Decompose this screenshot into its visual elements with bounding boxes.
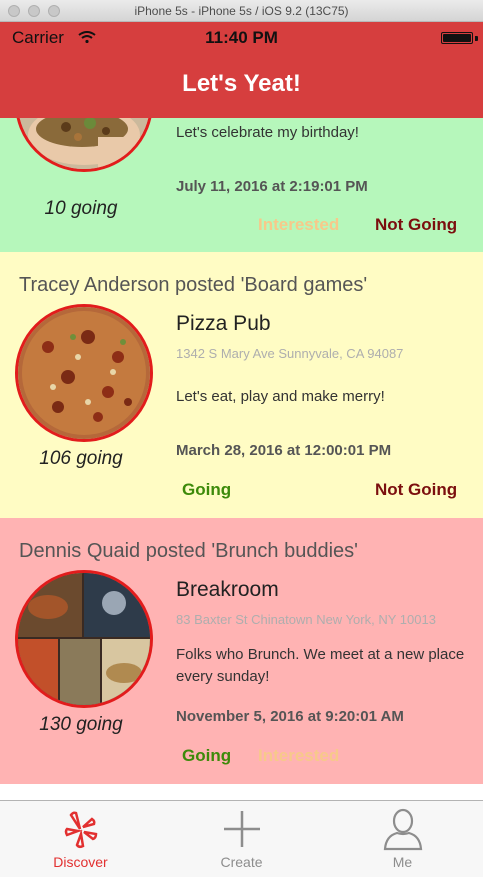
tab-label: Me xyxy=(392,854,413,870)
going-count: 130 going xyxy=(39,714,123,735)
not-going-button[interactable]: Not Going xyxy=(375,480,457,500)
tab-create[interactable]: Create xyxy=(161,801,322,877)
event-poster-line: Dennis Quaid posted 'Brunch buddies' xyxy=(19,540,358,562)
tab-label: Create xyxy=(220,854,263,870)
venue-address: 83 Baxter St Chinatown New York, NY 1001… xyxy=(176,612,436,627)
event-photo[interactable] xyxy=(15,304,153,442)
event-feed[interactable]: 10 going Let's celebrate my birthday! Ju… xyxy=(0,118,483,800)
interested-button[interactable]: Interested xyxy=(258,746,339,766)
event-photo[interactable] xyxy=(15,570,153,708)
interested-button[interactable]: Interested xyxy=(258,215,339,235)
app-title: Let's Yeat! xyxy=(182,70,301,97)
event-card[interactable]: Tracey Anderson posted 'Board games' 106… xyxy=(0,252,483,518)
tab-me[interactable]: Me xyxy=(322,801,483,877)
event-photo[interactable] xyxy=(15,118,153,172)
battery-tip xyxy=(475,36,478,41)
tab-discover[interactable]: Discover xyxy=(0,801,161,877)
event-card[interactable]: Dennis Quaid posted 'Brunch buddies' 130… xyxy=(0,518,483,784)
not-going-button[interactable]: Not Going xyxy=(375,215,457,235)
person-icon xyxy=(383,808,422,851)
tab-label: Discover xyxy=(53,854,108,870)
event-card[interactable]: 10 going Let's celebrate my birthday! Ju… xyxy=(0,118,483,252)
event-datetime: November 5, 2016 at 9:20:01 AM xyxy=(176,708,404,725)
event-datetime: March 28, 2016 at 12:00:01 PM xyxy=(176,442,392,459)
taco-photo-image xyxy=(18,118,150,169)
event-description: Folks who Brunch. We meet at a new place… xyxy=(176,646,465,685)
venue-name[interactable]: Breakroom xyxy=(176,578,279,602)
venue-address: 1342 S Mary Ave Sunnyvale, CA 94087 xyxy=(176,346,404,361)
simulator-title-bar: iPhone 5s - iPhone 5s / iOS 9.2 (13C75) xyxy=(0,0,483,22)
status-bar: Carrier 11:40 PM xyxy=(0,22,483,52)
going-count: 10 going xyxy=(44,198,118,219)
status-time: 11:40 PM xyxy=(205,28,278,47)
going-button[interactable]: Going xyxy=(182,480,231,500)
yelp-burst-icon xyxy=(64,811,97,849)
venue-name[interactable]: Pizza Pub xyxy=(176,312,271,336)
event-poster-line: Tracey Anderson posted 'Board games' xyxy=(19,274,368,296)
going-button[interactable]: Going xyxy=(182,746,231,766)
brunch-collage-image xyxy=(18,573,150,705)
going-count: 106 going xyxy=(39,448,123,469)
tab-bar: Discover Create Me xyxy=(0,800,483,877)
battery-icon xyxy=(441,32,473,44)
pizza-photo-image xyxy=(18,307,150,439)
navigation-bar: Let's Yeat! xyxy=(0,52,483,118)
event-description: Let's eat, play and make merry! xyxy=(176,388,385,405)
plus-icon xyxy=(223,811,260,847)
window-title: iPhone 5s - iPhone 5s / iOS 9.2 (13C75) xyxy=(134,4,349,18)
event-description: Let's celebrate my birthday! xyxy=(176,124,359,141)
event-datetime: July 11, 2016 at 2:19:01 PM xyxy=(176,178,368,195)
